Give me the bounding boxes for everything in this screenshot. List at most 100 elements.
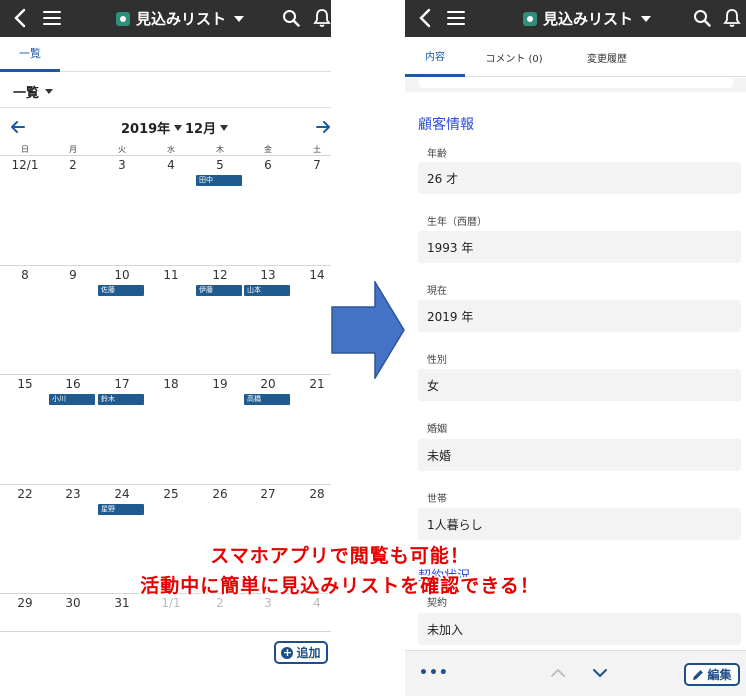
calendar-day[interactable]: 10 <box>98 268 146 282</box>
tab-list[interactable]: 一覧 <box>0 37 60 72</box>
calendar-event[interactable]: 星野 <box>98 504 144 515</box>
calendar-day[interactable]: 27 <box>244 487 292 501</box>
calendar-day[interactable]: 4 <box>147 158 195 172</box>
back-icon[interactable] <box>12 6 28 30</box>
month-label: 12月 <box>185 122 217 137</box>
search-icon[interactable] <box>692 6 712 30</box>
weekday-header: 日 <box>21 145 29 154</box>
calendar-day[interactable]: 8 <box>1 268 49 282</box>
calendar-day[interactable]: 17 <box>98 377 146 391</box>
add-button[interactable]: + 追加 <box>274 641 328 664</box>
list-view-selector[interactable]: 一覧 <box>13 82 54 101</box>
week-divider <box>0 265 331 266</box>
calendar-day[interactable]: 3 <box>244 596 292 610</box>
search-icon[interactable] <box>281 6 301 30</box>
app-switcher[interactable]: 見込みリスト <box>523 8 652 29</box>
calendar-event[interactable]: 鈴木 <box>98 394 144 405</box>
back-icon[interactable] <box>417 6 433 30</box>
field-value: 2019 年 <box>418 300 741 332</box>
week-divider <box>0 155 331 156</box>
calendar-day[interactable]: 25 <box>147 487 195 501</box>
weekday-header: 月 <box>69 145 77 154</box>
calendar-day[interactable]: 21 <box>293 377 331 391</box>
calendar-day[interactable]: 14 <box>293 268 331 282</box>
field-label: 婚姻 <box>427 424 447 435</box>
weekday-header: 水 <box>167 145 175 154</box>
year-label: 2019年 <box>121 122 171 137</box>
tab-history[interactable]: 変更履歴 <box>577 37 637 77</box>
calendar-event[interactable]: 田中 <box>196 175 242 186</box>
edit-button-label: 編集 <box>707 668 732 682</box>
calendar-day[interactable]: 22 <box>1 487 49 501</box>
calendar-event[interactable]: 小川 <box>49 394 95 405</box>
bottom-action-bar: ••• 編集 <box>405 650 746 696</box>
calendar-event[interactable]: 高橋 <box>244 394 290 405</box>
tab-bar: 一覧 <box>0 37 331 72</box>
chevron-down-icon[interactable] <box>592 665 608 681</box>
calendar-day[interactable]: 9 <box>49 268 97 282</box>
calendar-day[interactable]: 1/1 <box>147 596 195 610</box>
field-value: 未婚 <box>418 439 741 471</box>
plus-icon: + <box>281 645 294 659</box>
field-label: 性別 <box>427 355 447 366</box>
calendar-day[interactable]: 26 <box>196 487 244 501</box>
calendar-day[interactable]: 23 <box>49 487 97 501</box>
top-bar: 見込みリスト <box>0 0 331 37</box>
calendar-event[interactable]: 山本 <box>244 285 290 296</box>
calendar-day[interactable]: 13 <box>244 268 292 282</box>
edit-button[interactable]: 編集 <box>684 663 740 686</box>
weekday-header: 木 <box>216 145 224 154</box>
tab-bar: 内容 コメント (0) 変更履歴 <box>405 37 746 77</box>
prev-month-arrow-icon[interactable] <box>10 116 26 138</box>
tab-details[interactable]: 内容 <box>405 37 465 77</box>
calendar-event[interactable]: 伊藤 <box>196 285 242 296</box>
app-icon <box>116 11 130 26</box>
field-value: 1人暮らし <box>418 508 741 540</box>
calendar-day[interactable]: 2 <box>196 596 244 610</box>
calendar-day[interactable]: 16 <box>49 377 97 391</box>
calendar-day[interactable]: 11 <box>147 268 195 282</box>
add-button-label: 追加 <box>296 646 321 660</box>
app-title: 見込みリスト <box>543 10 634 28</box>
more-actions-icon[interactable]: ••• <box>419 665 449 681</box>
field-label: 世帯 <box>427 494 447 505</box>
calendar-day[interactable]: 19 <box>196 377 244 391</box>
calendar-day[interactable]: 5 <box>196 158 244 172</box>
calendar-day[interactable]: 29 <box>1 596 49 610</box>
field-value: 女 <box>418 369 741 401</box>
bell-icon[interactable] <box>312 6 331 30</box>
calendar-day[interactable]: 24 <box>98 487 146 501</box>
calendar-day[interactable]: 28 <box>293 487 331 501</box>
calendar-day[interactable]: 2 <box>49 158 97 172</box>
calendar-event[interactable]: 佐藤 <box>98 285 144 296</box>
calendar-day[interactable]: 20 <box>244 377 292 391</box>
calendar-day[interactable]: 3 <box>98 158 146 172</box>
next-month-arrow-icon[interactable] <box>315 116 331 138</box>
app-switcher[interactable]: 見込みリスト <box>116 8 245 29</box>
field-label: 年齢 <box>427 149 447 160</box>
hamburger-menu-icon[interactable] <box>447 6 465 30</box>
chevron-down-icon <box>641 15 652 22</box>
calendar-day[interactable]: 18 <box>147 377 195 391</box>
weekday-header: 金 <box>264 145 272 154</box>
hamburger-menu-icon[interactable] <box>43 6 61 30</box>
tab-comments[interactable]: コメント (0) <box>477 37 551 77</box>
weekday-header: 火 <box>118 145 126 154</box>
calendar-day[interactable]: 12/1 <box>1 158 49 172</box>
calendar-day[interactable]: 4 <box>293 596 331 610</box>
calendar-day[interactable]: 30 <box>49 596 97 610</box>
calendar-day[interactable]: 7 <box>293 158 331 172</box>
calendar-day[interactable]: 12 <box>196 268 244 282</box>
field-label: 生年（西暦） <box>427 217 487 228</box>
month-selector[interactable]: 12月 <box>185 118 229 137</box>
calendar-day[interactable]: 15 <box>1 377 49 391</box>
list-view-label: 一覧 <box>13 86 40 101</box>
chevron-down-icon <box>234 15 245 22</box>
calendar-day[interactable]: 6 <box>244 158 292 172</box>
year-selector[interactable]: 2019年 <box>121 118 183 137</box>
bell-icon[interactable] <box>722 6 742 30</box>
section-title-customer-info: 顧客情報 <box>418 117 474 133</box>
chevron-up-icon[interactable] <box>550 665 566 681</box>
calendar-day[interactable]: 31 <box>98 596 146 610</box>
app-title: 見込みリスト <box>136 10 227 28</box>
